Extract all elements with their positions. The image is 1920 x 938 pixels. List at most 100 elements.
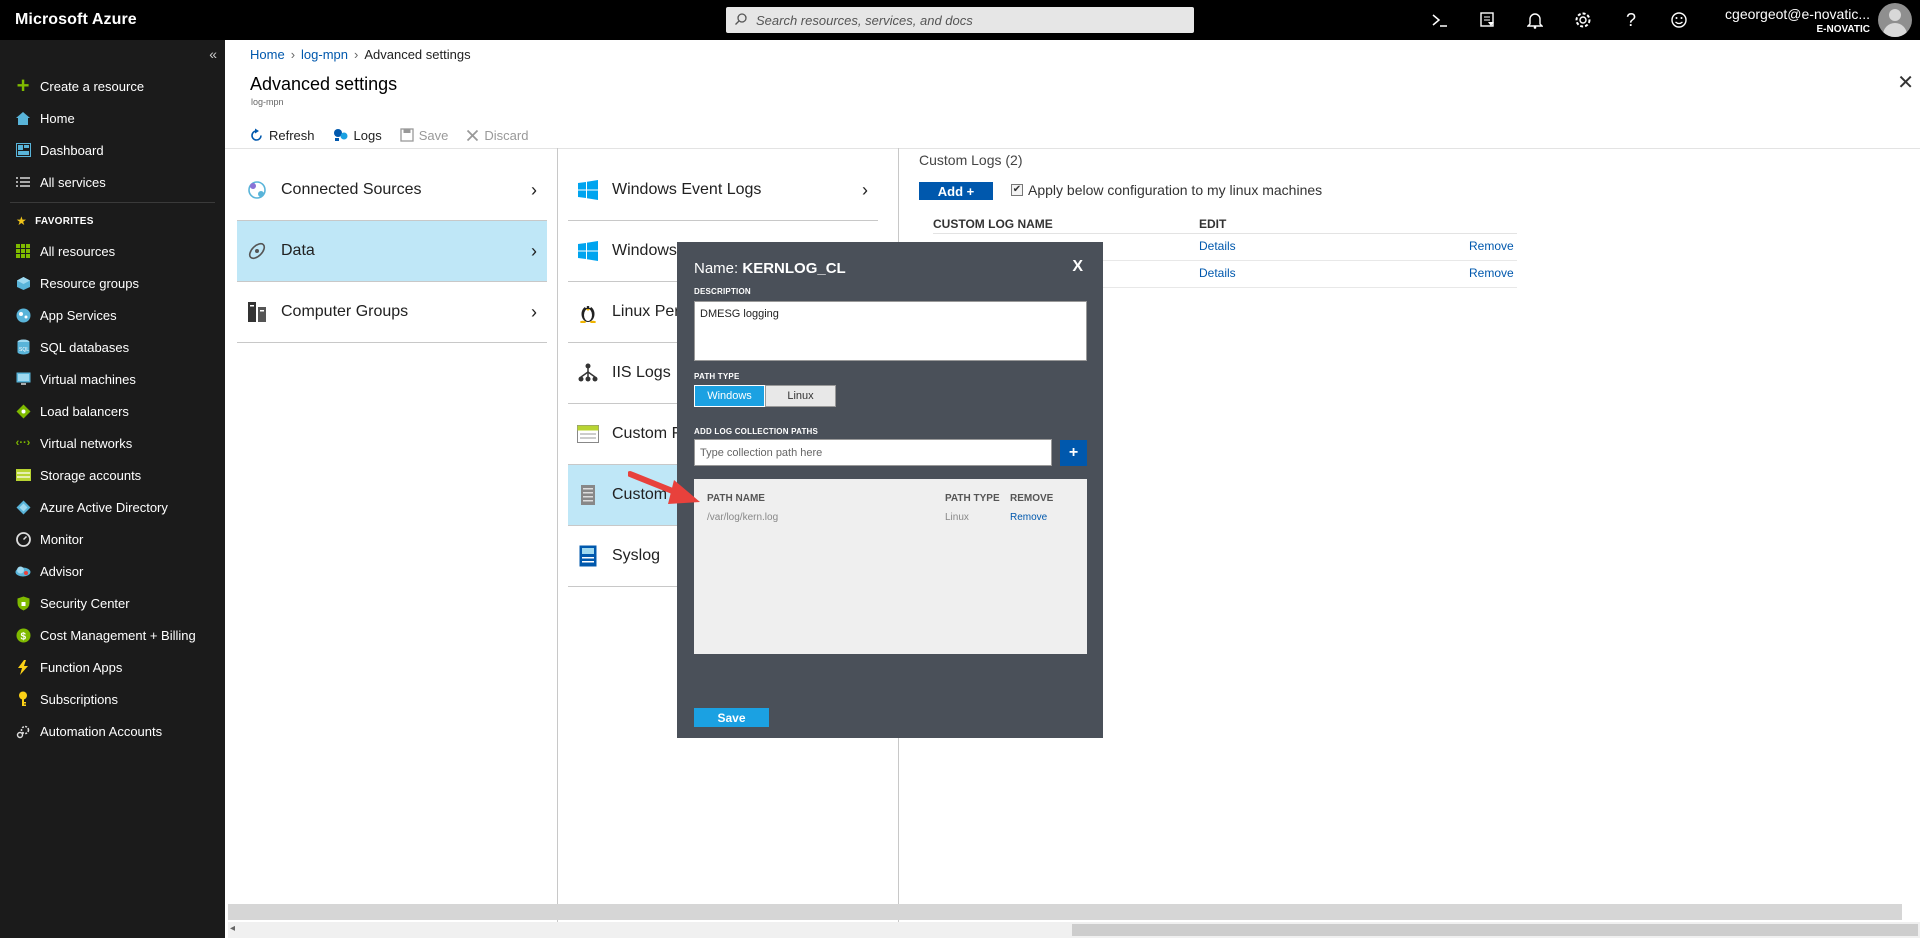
save-button[interactable]: Save bbox=[400, 128, 448, 143]
dialog-close-button[interactable]: X bbox=[1072, 258, 1083, 276]
security-center-icon bbox=[14, 594, 32, 612]
breadcrumb-current: Advanced settings bbox=[364, 47, 471, 62]
search-icon bbox=[735, 13, 747, 25]
path-type-linux[interactable]: Linux bbox=[765, 385, 836, 407]
star-icon: ★ bbox=[16, 214, 28, 228]
menu-connected-sources[interactable]: Connected Sources › bbox=[237, 160, 547, 221]
apply-label: Apply below configuration to my linux ma… bbox=[1028, 182, 1323, 198]
apply-checkbox[interactable]: ✔ bbox=[1011, 184, 1023, 196]
logs-icon bbox=[333, 129, 348, 141]
sidebar-item-dashboard[interactable]: Dashboard bbox=[0, 134, 225, 166]
logs-label: Logs bbox=[353, 127, 382, 143]
sidebar-item-label: Load balancers bbox=[40, 403, 129, 419]
refresh-button[interactable]: Refresh bbox=[249, 128, 315, 143]
add-path-button[interactable]: + bbox=[1060, 440, 1087, 466]
sidebar-item-sql-databases[interactable]: SQL SQL databases bbox=[0, 331, 225, 363]
menu-data[interactable]: Data › bbox=[237, 221, 547, 282]
menu-label: Syslog bbox=[612, 547, 661, 564]
favorites-header: ★ FAVORITES bbox=[0, 207, 225, 235]
refresh-icon bbox=[251, 128, 262, 141]
path-type-cell: Linux bbox=[945, 512, 969, 523]
sidebar-item-all-resources[interactable]: All resources bbox=[0, 235, 225, 267]
linux-icon bbox=[576, 300, 600, 324]
app-services-icon bbox=[14, 306, 32, 324]
scrollbar-thumb[interactable] bbox=[1072, 924, 1918, 936]
sidebar-item-label: Cost Management + Billing bbox=[40, 627, 196, 643]
remove-link[interactable]: Remove bbox=[1469, 239, 1514, 253]
user-account[interactable]: cgeorgeot@e-novatic... E-NOVATIC bbox=[1725, 6, 1870, 35]
discard-button[interactable]: Discard bbox=[466, 128, 528, 143]
function-apps-icon bbox=[14, 658, 32, 676]
add-custom-log-button[interactable]: Add + bbox=[919, 182, 993, 200]
description-field[interactable]: DMESG logging bbox=[694, 301, 1087, 361]
sidebar-item-advisor[interactable]: Advisor bbox=[0, 555, 225, 587]
load-balancers-icon bbox=[14, 402, 32, 420]
notifications-icon[interactable] bbox=[1523, 8, 1547, 32]
discard-icon bbox=[467, 129, 479, 141]
column-divider bbox=[557, 148, 558, 938]
chevron-right-icon: › bbox=[862, 180, 868, 200]
sidebar-item-label: Create a resource bbox=[40, 78, 145, 94]
sidebar-item-label: All resources bbox=[40, 243, 116, 259]
horizontal-scrollbar[interactable]: ◂ bbox=[228, 922, 1920, 938]
breadcrumb-log-mpn[interactable]: log-mpn bbox=[301, 47, 348, 62]
avatar[interactable] bbox=[1878, 3, 1912, 37]
menu-windows-event-logs[interactable]: Windows Event Logs › bbox=[568, 160, 878, 221]
menu-computer-groups[interactable]: Computer Groups › bbox=[237, 282, 547, 343]
directory-filter-icon[interactable] bbox=[1475, 8, 1499, 32]
sidebar-item-home[interactable]: Home bbox=[0, 102, 225, 134]
annotation-arrow-icon bbox=[628, 471, 700, 504]
logs-button[interactable]: Logs bbox=[333, 128, 382, 143]
collection-path-input[interactable]: Type collection path here bbox=[694, 439, 1052, 466]
sidebar-item-resource-groups[interactable]: Resource groups bbox=[0, 267, 225, 299]
sidebar-item-load-balancers[interactable]: Load balancers bbox=[0, 395, 225, 427]
apply-linux-config[interactable]: ✔ Apply below configuration to my linux … bbox=[1011, 182, 1322, 198]
sidebar-item-cost-management[interactable]: $ Cost Management + Billing bbox=[0, 619, 225, 651]
sidebar-item-virtual-networks[interactable]: ‹··› Virtual networks bbox=[0, 427, 225, 459]
sidebar-item-function-apps[interactable]: Function Apps bbox=[0, 651, 225, 683]
advisor-icon bbox=[14, 562, 32, 580]
search-input[interactable]: Search resources, services, and docs bbox=[756, 13, 973, 28]
page-title: Advanced settings bbox=[250, 74, 398, 94]
brand-title[interactable]: Microsoft Azure bbox=[15, 11, 137, 29]
sidebar-item-app-services[interactable]: App Services bbox=[0, 299, 225, 331]
sidebar-item-security-center[interactable]: Security Center bbox=[0, 587, 225, 619]
cloud-shell-icon[interactable] bbox=[1428, 8, 1452, 32]
remove-link[interactable]: Remove bbox=[1469, 266, 1514, 280]
details-link[interactable]: Details bbox=[1199, 239, 1236, 253]
close-blade-icon[interactable]: ✕ bbox=[1897, 70, 1914, 95]
remove-path-link[interactable]: Remove bbox=[1010, 512, 1047, 523]
path-type-toggle: Windows Linux bbox=[694, 385, 836, 407]
sidebar-item-azure-active-directory[interactable]: Azure Active Directory bbox=[0, 491, 225, 523]
sql-databases-icon: SQL bbox=[14, 338, 32, 356]
sidebar-item-storage-accounts[interactable]: Storage accounts bbox=[0, 459, 225, 491]
details-link[interactable]: Details bbox=[1199, 266, 1236, 280]
help-icon[interactable]: ? bbox=[1619, 8, 1643, 32]
sidebar-divider bbox=[10, 202, 215, 203]
scroll-left-icon[interactable]: ◂ bbox=[230, 923, 235, 934]
sidebar-item-virtual-machines[interactable]: Virtual machines bbox=[0, 363, 225, 395]
page-subtitle: log-mpn bbox=[251, 97, 284, 107]
sidebar-item-monitor[interactable]: Monitor bbox=[0, 523, 225, 555]
sidebar-item-automation-accounts[interactable]: Automation Accounts bbox=[0, 715, 225, 747]
user-email: cgeorgeot@e-novatic... bbox=[1725, 6, 1870, 22]
col-edit: EDIT bbox=[1199, 217, 1227, 231]
breadcrumb-home[interactable]: Home bbox=[250, 47, 285, 62]
data-icon bbox=[245, 239, 269, 263]
sidebar-item-subscriptions[interactable]: Subscriptions bbox=[0, 683, 225, 715]
description-label: DESCRIPTION bbox=[694, 287, 751, 296]
refresh-label: Refresh bbox=[269, 127, 315, 143]
dialog-save-button[interactable]: Save bbox=[694, 708, 769, 727]
windows-icon bbox=[576, 178, 600, 202]
collapse-sidebar-icon[interactable]: « bbox=[209, 46, 217, 62]
svg-text:$: $ bbox=[20, 631, 26, 642]
all-services-icon bbox=[14, 173, 32, 191]
iis-icon bbox=[576, 361, 600, 385]
sidebar-item-create-resource[interactable]: + Create a resource bbox=[0, 70, 225, 102]
path-type-windows[interactable]: Windows bbox=[694, 385, 765, 407]
sidebar-item-label: Advisor bbox=[40, 563, 84, 579]
settings-icon[interactable] bbox=[1571, 8, 1595, 32]
search-box[interactable]: Search resources, services, and docs bbox=[726, 7, 1194, 33]
feedback-icon[interactable] bbox=[1667, 8, 1691, 32]
sidebar-item-all-services[interactable]: All services bbox=[0, 166, 225, 198]
